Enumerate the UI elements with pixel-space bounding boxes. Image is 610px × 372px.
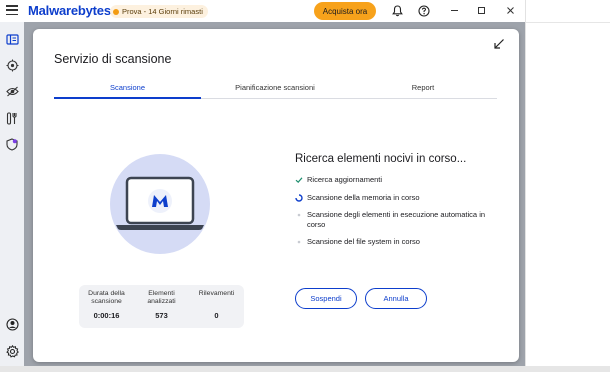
tab-scan[interactable]: Scansione: [54, 81, 201, 99]
laptop-illustration: [110, 154, 210, 254]
logo-text: Malwarebytes: [28, 3, 111, 18]
pending-dot-icon: [295, 238, 303, 246]
shield-icon[interactable]: [5, 137, 19, 151]
settings-icon[interactable]: [5, 344, 19, 358]
check-icon: [295, 176, 303, 184]
trial-badge[interactable]: Prova - 14 Giorni rimasti: [110, 5, 208, 18]
stat-value: 573: [155, 311, 168, 320]
stat-duration: Durata della scansione 0:00:16: [79, 285, 134, 328]
scan-step-label: Ricerca aggiornamenti: [307, 175, 383, 184]
pending-dot-icon: [295, 211, 303, 219]
dialog-title: Servizio di scansione: [54, 52, 172, 66]
stat-detections: Rilevamenti 0: [189, 285, 244, 328]
scan-step: Scansione degli elementi in esecuzione a…: [295, 210, 495, 229]
scan-status-heading: Ricerca elementi nocivi in corso...: [295, 153, 467, 165]
scan-stats-panel: Durata della scansione 0:00:16 Elementi …: [79, 285, 244, 328]
scan-step: Scansione della memoria in corso: [295, 193, 495, 203]
help-icon[interactable]: [417, 4, 431, 18]
taskbar: [0, 366, 610, 372]
scan-step: Ricerca aggiornamenti: [295, 175, 495, 185]
stat-value: 0: [214, 311, 219, 320]
tab-bar: Scansione Pianificazione scansioni Repor…: [54, 81, 497, 99]
privacy-icon[interactable]: [5, 84, 19, 98]
scan-step-label: Scansione degli elementi in esecuzione a…: [307, 210, 486, 229]
buy-now-button[interactable]: Acquista ora: [314, 2, 376, 20]
spinner-icon: [295, 193, 303, 202]
app-window: Malwarebytes Prova - 14 Giorni rimasti A…: [0, 0, 525, 366]
divider: [526, 22, 610, 23]
stat-value: 0:00:16: [93, 311, 120, 320]
scan-dialog: Servizio di scansione Scansione Pianific…: [33, 29, 519, 362]
minimize-icon[interactable]: [447, 3, 461, 17]
account-icon[interactable]: [5, 317, 19, 331]
stat-label: Durata della scansione: [88, 290, 125, 305]
notification-bell-icon[interactable]: [390, 4, 404, 18]
tab-scan-schedule[interactable]: Pianificazione scansioni: [201, 81, 349, 99]
tools-icon[interactable]: [5, 111, 19, 125]
scanner-icon[interactable]: [5, 58, 19, 72]
scan-step: Scansione del file system in corso: [295, 237, 495, 247]
cancel-button[interactable]: Annulla: [365, 288, 427, 309]
title-bar: Malwarebytes Prova - 14 Giorni rimasti A…: [0, 0, 525, 22]
scan-steps-list: Ricerca aggiornamenti Scansione della me…: [295, 175, 495, 247]
app-logo: Malwarebytes: [28, 3, 111, 18]
trial-badge-label: Prova - 14 Giorni rimasti: [122, 7, 203, 16]
dashboard-icon[interactable]: [5, 32, 19, 46]
desktop-background: [525, 0, 610, 372]
stat-label: Elementi analizzati: [147, 290, 176, 305]
menu-icon[interactable]: [6, 5, 18, 15]
scan-step-label: Scansione del file system in corso: [307, 237, 420, 246]
close-icon[interactable]: [503, 3, 517, 17]
collapse-icon[interactable]: [493, 37, 505, 49]
scan-step-label: Scansione della memoria in corso: [307, 192, 420, 202]
stat-items-scanned: Elementi analizzati 573: [134, 285, 189, 328]
maximize-icon[interactable]: [474, 3, 488, 17]
sidebar: [0, 22, 24, 366]
trial-clock-icon: [113, 8, 119, 15]
pause-button[interactable]: Sospendi: [295, 288, 357, 309]
stat-label: Rilevamenti: [198, 290, 235, 297]
tab-report[interactable]: Report: [349, 81, 497, 99]
